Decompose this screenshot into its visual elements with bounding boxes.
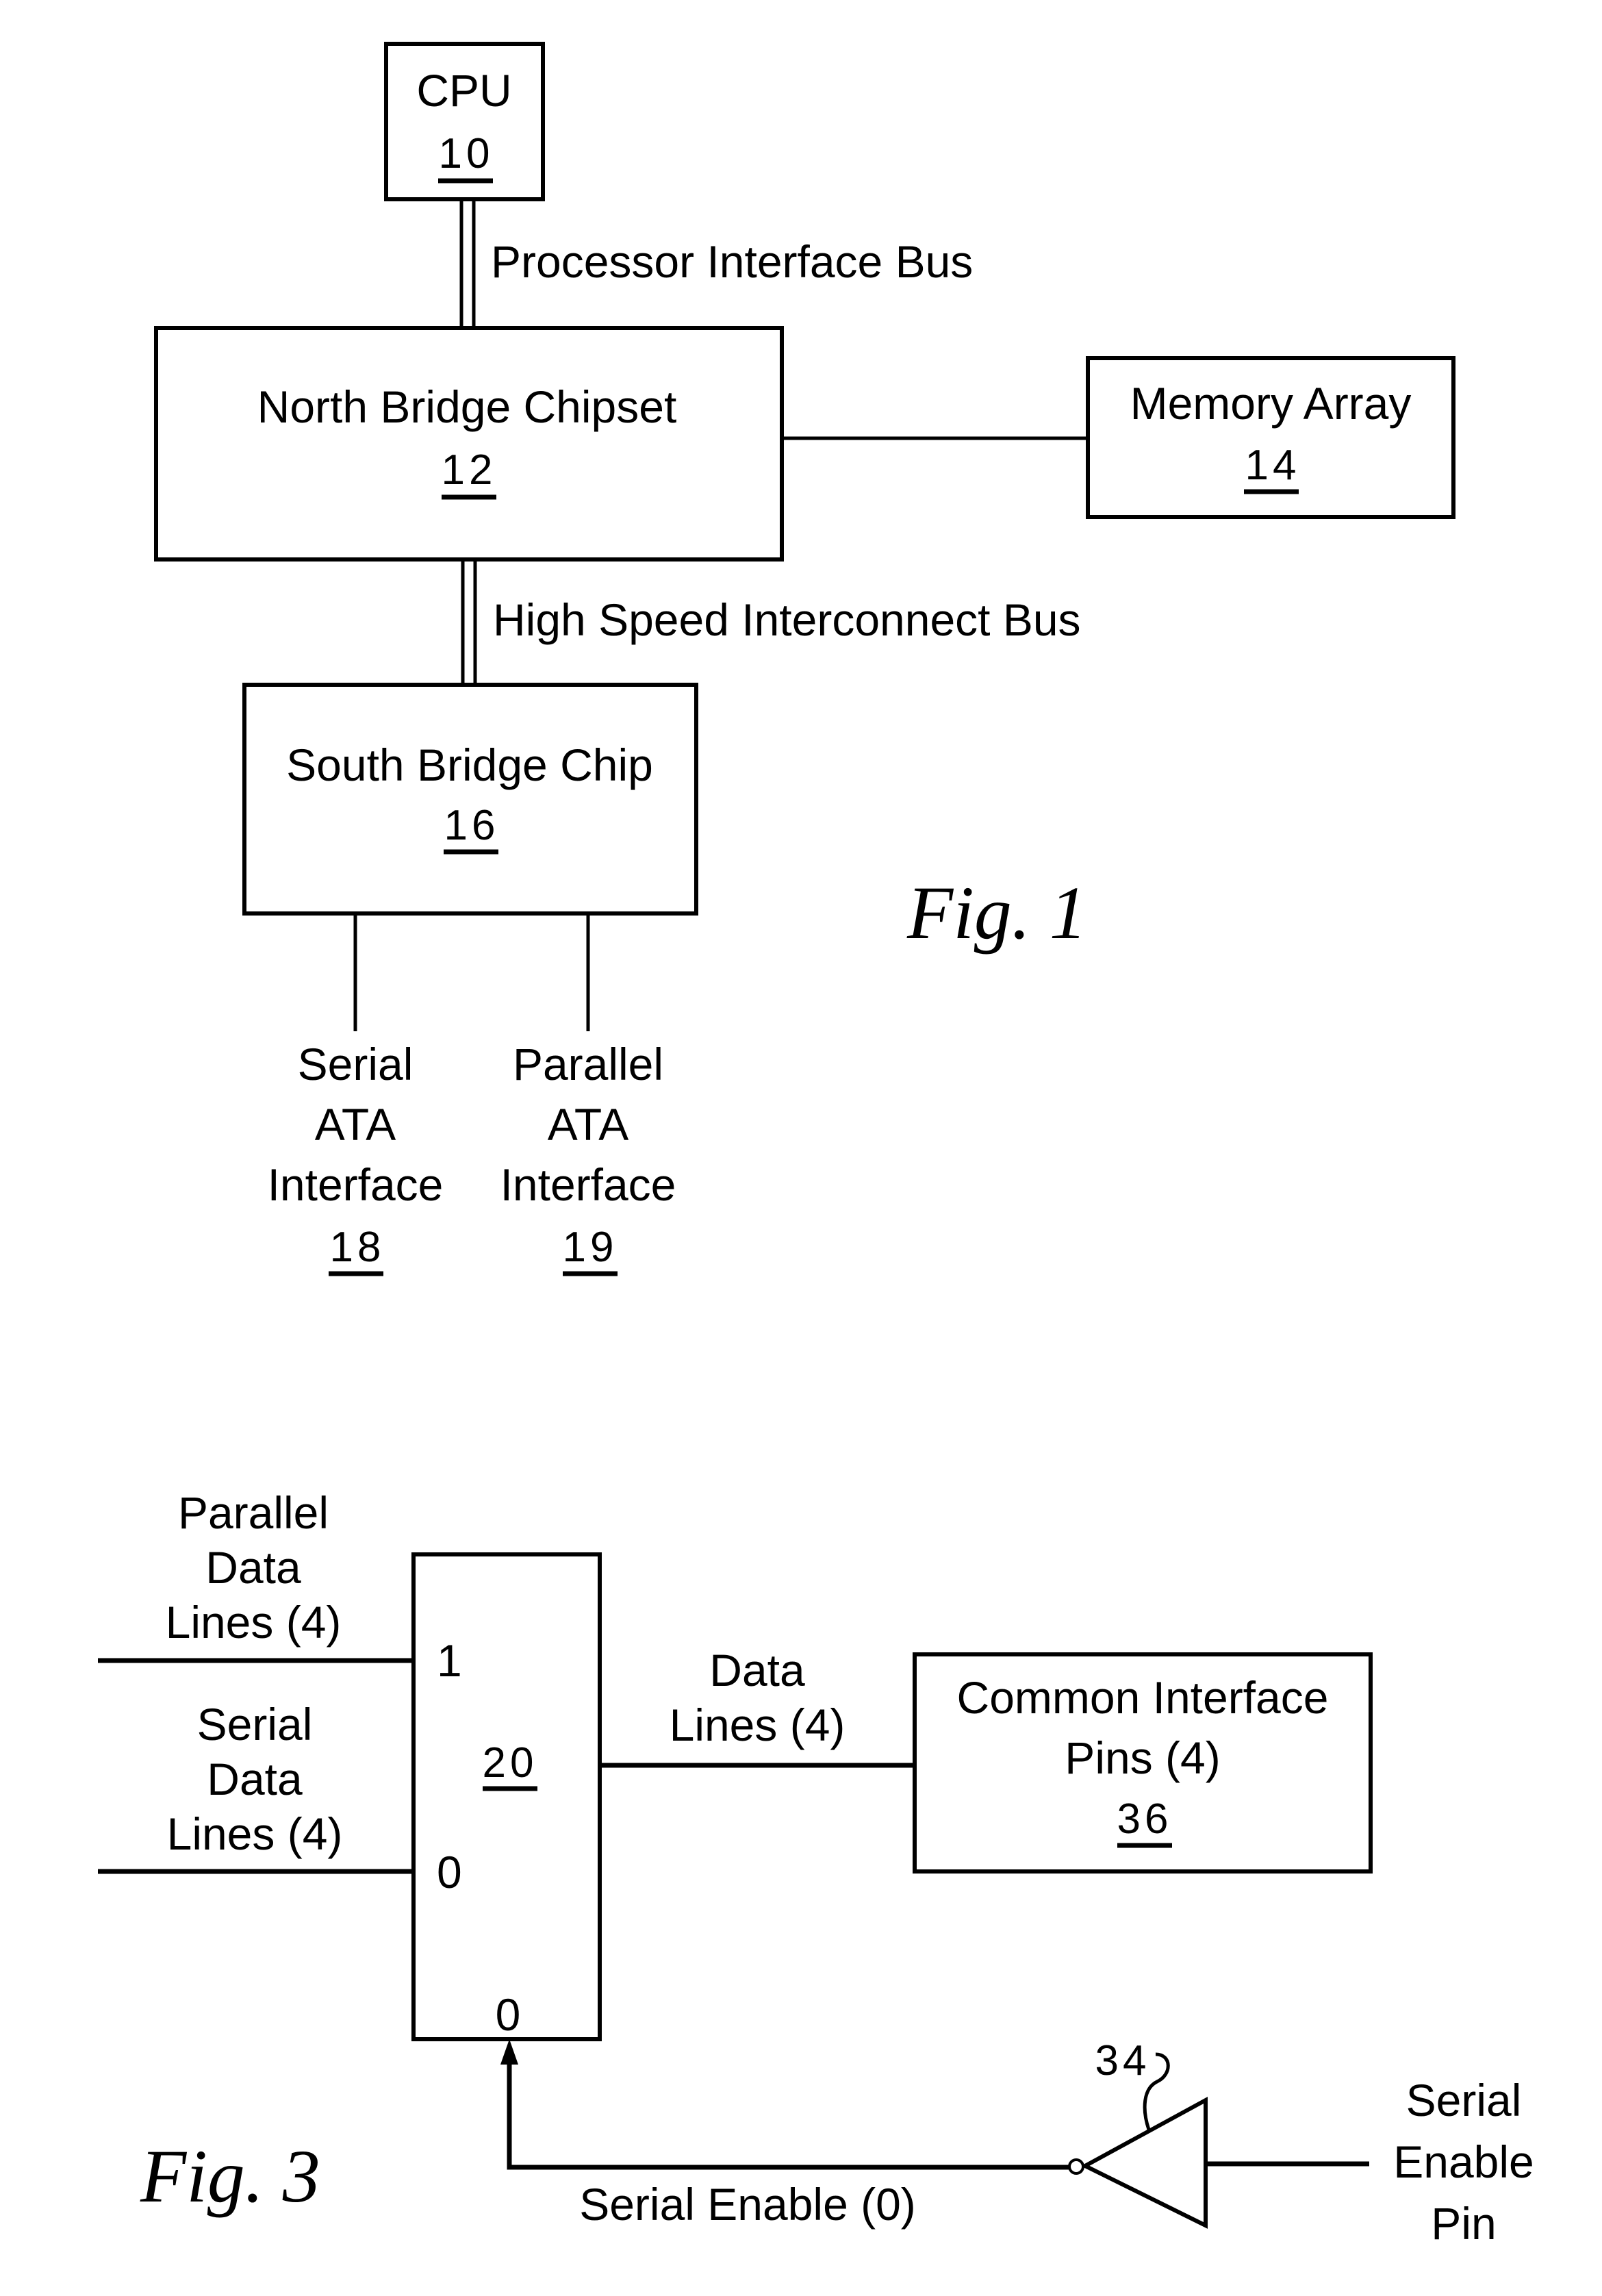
serial-line-1: Serial [197, 1699, 313, 1750]
south-bridge-block: South Bridge Chip 16 [242, 683, 698, 916]
north-bridge-box [154, 326, 784, 562]
serial-enable-arrowhead [500, 2039, 518, 2065]
common-pins-line-1: Common Interface [957, 1672, 1329, 1723]
sata-line-3: Interface [268, 1159, 444, 1210]
cpu-block: CPU 10 [384, 42, 545, 201]
mux-select: 0 [496, 1989, 521, 2040]
figure-3: Parallel Data Lines (4) Serial Data Line… [98, 1487, 1534, 2249]
pata-line-3: Interface [500, 1159, 676, 1210]
serial-enable-line [507, 2047, 1070, 2170]
data-lines-1: Data [709, 1645, 805, 1695]
processor-interface-bus: Processor Interface Bus [459, 199, 973, 328]
data-lines-2: Lines (4) [670, 1700, 846, 1750]
memory-array-label: Memory Array [1130, 378, 1412, 429]
common-pins-line-2: Pins (4) [1065, 1732, 1220, 1783]
common-interface-block: Common Interface Pins (4) 36 [913, 1652, 1373, 1874]
mux-input-1: 1 [437, 1635, 462, 1686]
mux-box [411, 1552, 602, 2041]
pata-ref: 19 [563, 1224, 618, 1271]
parallel-line-3: Lines (4) [166, 1597, 342, 1648]
north-bridge-block: North Bridge Chipset 12 [154, 326, 784, 562]
serial-line-3: Lines (4) [167, 1808, 343, 1859]
north-bridge-label: North Bridge Chipset [257, 381, 677, 432]
south-bridge-box [242, 683, 698, 916]
inverter-ref: 34 [1095, 2037, 1151, 2084]
enable-pin-line-1: Serial [1406, 2075, 1522, 2125]
fig1-caption: Fig. 1 [906, 871, 1087, 955]
mux-input-0: 0 [437, 1847, 462, 1897]
common-pins-ref: 36 [1117, 1795, 1173, 1843]
serial-enable-pin: Serial Enable Pin [1393, 2075, 1534, 2249]
patent-drawing: CPU 10 Processor Interface Bus North Bri… [98, 42, 1534, 2249]
parallel-line-1: Parallel [178, 1487, 329, 1538]
serial-data-lines: Serial Data Lines (4) [98, 1699, 414, 1874]
sata-interface: Serial ATA Interface 18 [268, 1039, 444, 1276]
south-bridge-label: South Bridge Chip [286, 740, 653, 790]
serial-enable-label: Serial Enable (0) [579, 2179, 916, 2230]
hs-bus-label: High Speed Interconnect Bus [493, 594, 1081, 645]
pata-line-2: ATA [548, 1099, 629, 1150]
fig3-caption: Fig. 3 [140, 2134, 320, 2218]
data-lines: Data Lines (4) [600, 1645, 915, 1768]
inverter-gate: 34 [1068, 2037, 1369, 2229]
mux-ref: 20 [483, 1739, 538, 1787]
serial-line-2: Data [207, 1754, 303, 1804]
memory-array-ref: 14 [1245, 442, 1301, 489]
enable-pin-line-3: Pin [1431, 2198, 1496, 2249]
south-bridge-ref: 16 [444, 802, 500, 849]
pata-interface: Parallel ATA Interface 19 [500, 1039, 676, 1276]
memory-array-block: Memory Array 14 [1086, 356, 1455, 519]
sata-line-1: Serial [298, 1039, 414, 1089]
inverter-bubble [1068, 2158, 1084, 2175]
sata-ref: 18 [330, 1224, 385, 1271]
cpu-label: CPU [416, 65, 511, 116]
parallel-data-lines: Parallel Data Lines (4) [98, 1487, 414, 1663]
sata-line-2: ATA [315, 1099, 396, 1150]
north-bridge-ref: 12 [442, 446, 497, 494]
high-speed-interconnect-bus: High Speed Interconnect Bus [461, 559, 1081, 685]
mux-block: 1 0 20 0 [411, 1552, 602, 2041]
pata-line-1: Parallel [513, 1039, 663, 1089]
processor-bus-label: Processor Interface Bus [491, 236, 973, 287]
enable-pin-line-2: Enable [1393, 2136, 1534, 2187]
parallel-line-2: Data [205, 1542, 301, 1593]
cpu-ref: 10 [439, 130, 494, 177]
figure-1: CPU 10 Processor Interface Bus North Bri… [154, 42, 1455, 1276]
serial-enable-signal: Serial Enable (0) [500, 2039, 1070, 2230]
